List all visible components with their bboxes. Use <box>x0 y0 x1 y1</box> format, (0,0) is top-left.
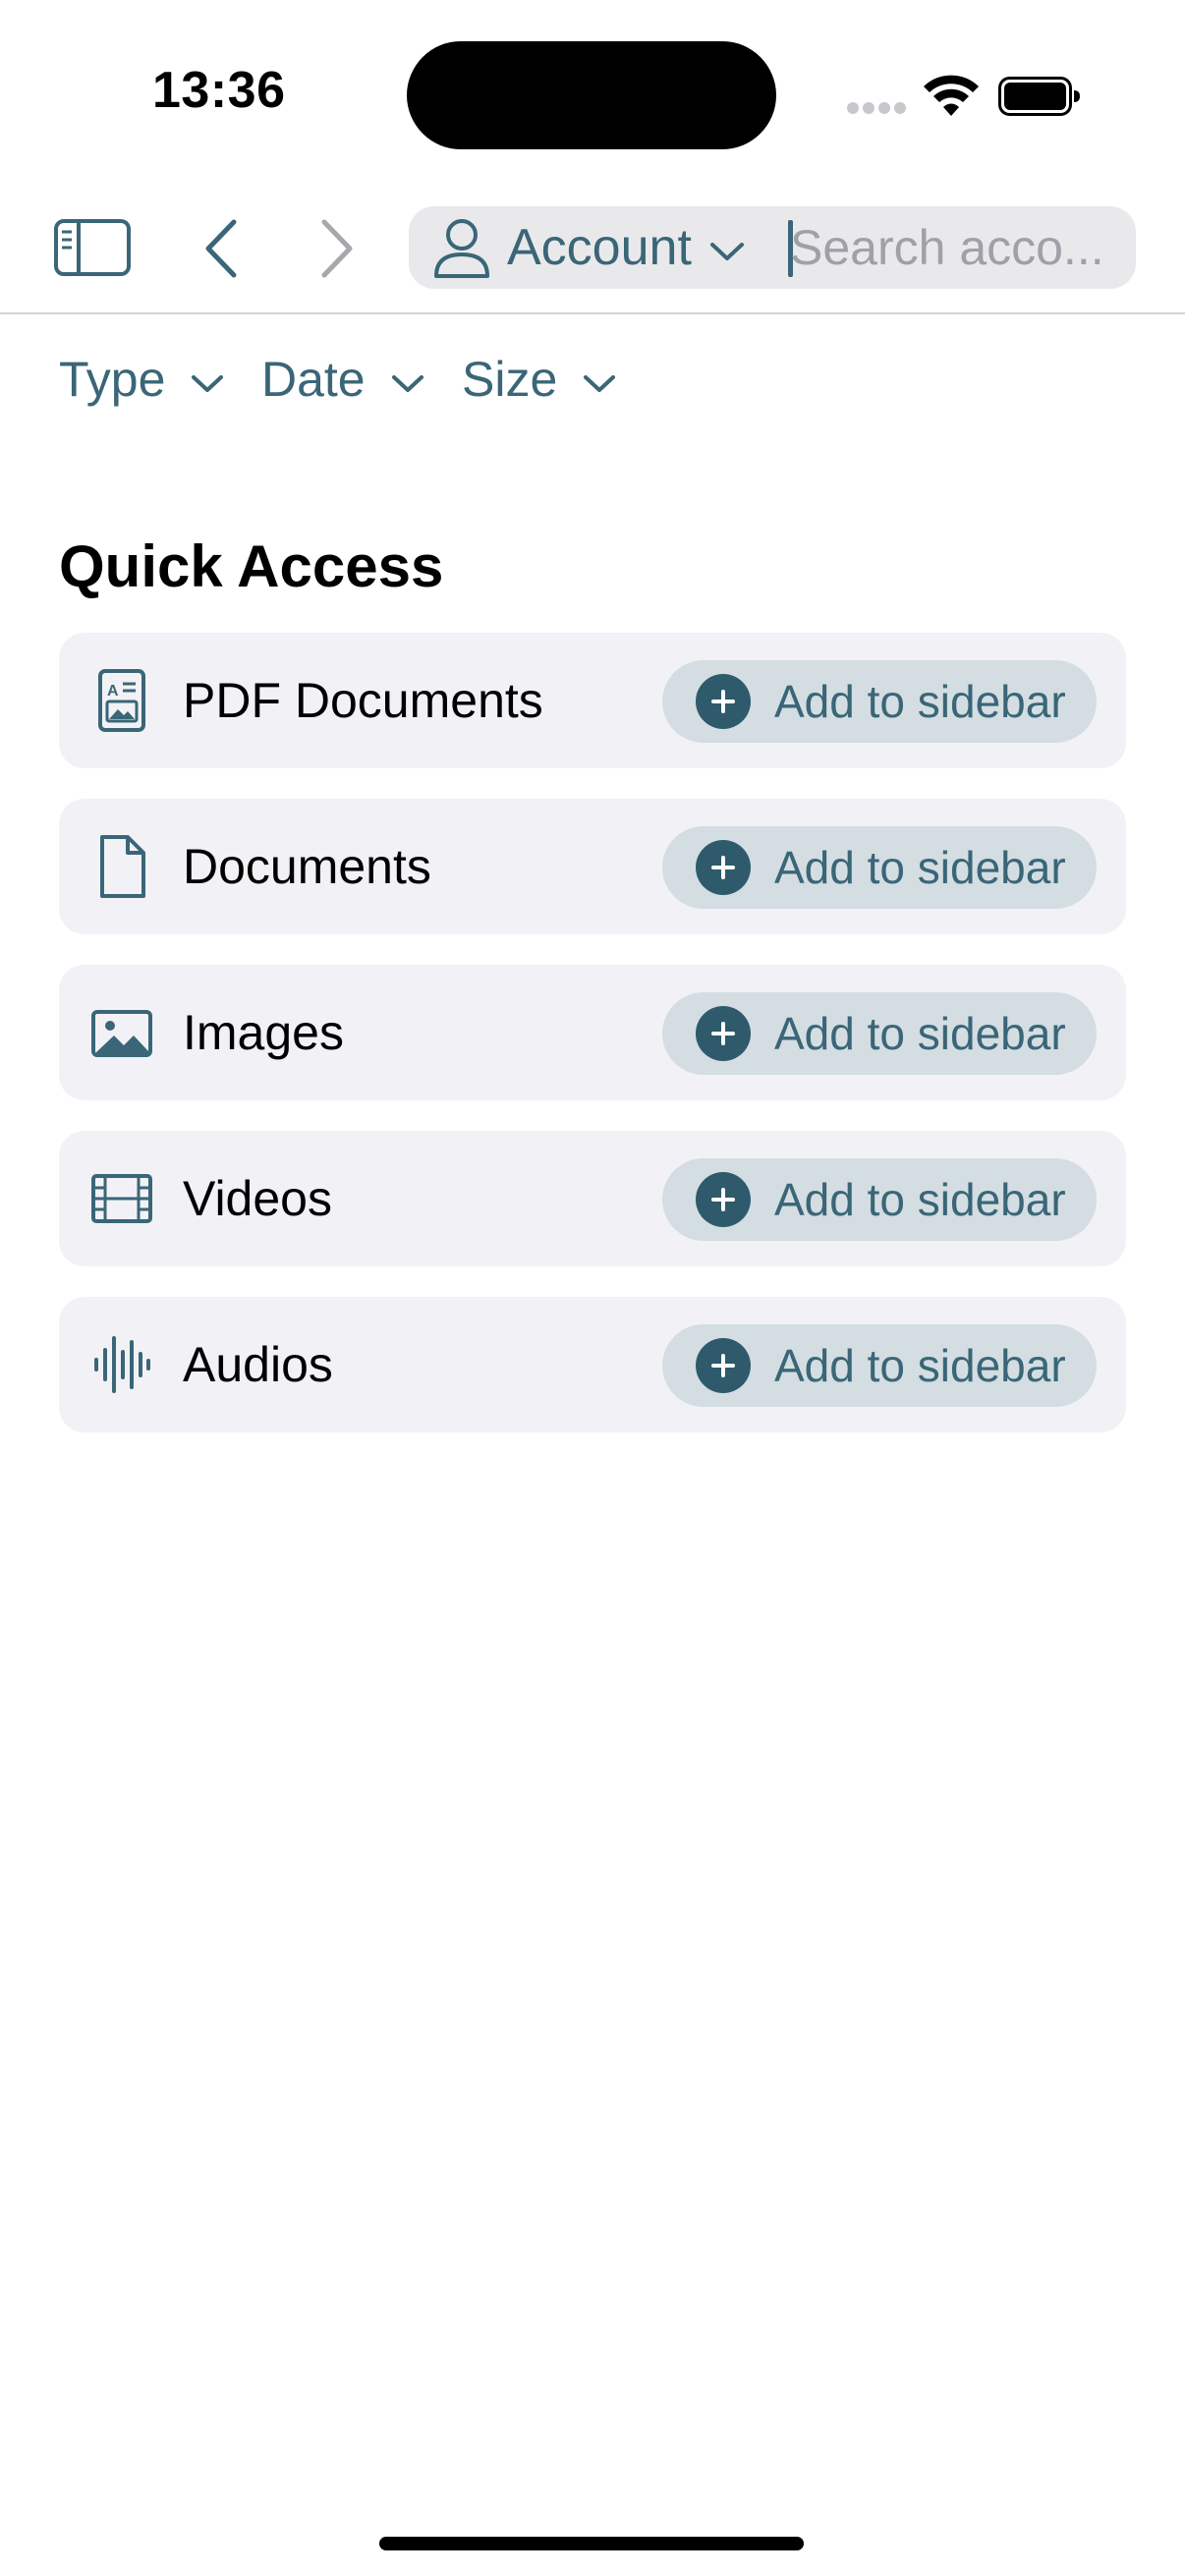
plus-circle-icon <box>696 1338 751 1393</box>
quick-access-row-pdf-documents[interactable]: A PDF Documents Add to sidebar <box>59 633 1126 768</box>
chevron-down-icon <box>192 375 224 392</box>
chevron-right-icon <box>321 219 353 278</box>
chevron-left-icon <box>205 219 237 278</box>
toolbar-divider <box>0 312 1185 314</box>
filter-size-label: Size <box>462 352 558 407</box>
add-to-sidebar-label: Add to sidebar <box>774 1008 1066 1059</box>
sidebar-icon <box>54 219 131 276</box>
add-to-sidebar-button[interactable]: Add to sidebar <box>662 992 1097 1075</box>
wifi-icon <box>924 75 979 116</box>
plus-circle-icon <box>696 1172 751 1227</box>
chevron-down-icon <box>709 243 744 260</box>
filter-type[interactable]: Type <box>59 348 224 411</box>
home-indicator[interactable] <box>379 2537 804 2550</box>
account-scope-label: Account <box>507 219 692 276</box>
document-icon <box>100 835 145 898</box>
chevron-down-icon <box>584 375 616 392</box>
chevron-down-icon <box>391 375 423 392</box>
add-to-sidebar-button[interactable]: Add to sidebar <box>662 826 1097 909</box>
search-input[interactable] <box>790 218 1114 277</box>
row-label: Images <box>183 1005 344 1060</box>
add-to-sidebar-label: Add to sidebar <box>774 1174 1066 1225</box>
sidebar-toggle-button[interactable] <box>53 218 132 277</box>
filter-size[interactable]: Size <box>462 348 616 411</box>
add-to-sidebar-label: Add to sidebar <box>774 842 1066 893</box>
image-icon <box>91 1010 152 1057</box>
filter-date[interactable]: Date <box>261 348 424 411</box>
quick-access-row-documents[interactable]: Documents Add to sidebar <box>59 799 1126 934</box>
cellular-signal-icon <box>847 102 908 116</box>
status-time: 13:36 <box>152 62 286 119</box>
add-to-sidebar-button[interactable]: Add to sidebar <box>662 1158 1097 1241</box>
dynamic-island <box>407 41 776 149</box>
back-button[interactable] <box>197 216 244 281</box>
row-label: Audios <box>183 1337 333 1392</box>
add-to-sidebar-button[interactable]: Add to sidebar <box>662 660 1097 743</box>
plus-circle-icon <box>696 674 751 729</box>
quick-access-row-videos[interactable]: Videos Add to sidebar <box>59 1131 1126 1266</box>
battery-icon <box>998 77 1080 116</box>
add-to-sidebar-button[interactable]: Add to sidebar <box>662 1324 1097 1407</box>
svg-text:A: A <box>107 683 119 700</box>
person-icon <box>434 219 489 278</box>
section-title: Quick Access <box>59 533 444 599</box>
row-label: PDF Documents <box>183 673 543 728</box>
plus-circle-icon <box>696 1006 751 1061</box>
row-label: Documents <box>183 839 431 894</box>
quick-access-row-audios[interactable]: Audios Add to sidebar <box>59 1297 1126 1432</box>
add-to-sidebar-label: Add to sidebar <box>774 1340 1066 1391</box>
search-bar: Account <box>409 206 1136 289</box>
filter-date-label: Date <box>261 352 366 407</box>
account-scope-button[interactable]: Account <box>432 206 745 289</box>
quick-access-row-images[interactable]: Images Add to sidebar <box>59 965 1126 1100</box>
waveform-icon <box>94 1336 150 1393</box>
forward-button[interactable] <box>314 216 362 281</box>
add-to-sidebar-label: Add to sidebar <box>774 676 1066 727</box>
row-label: Videos <box>183 1171 332 1226</box>
film-icon <box>91 1174 152 1223</box>
plus-circle-icon <box>696 840 751 895</box>
filter-type-label: Type <box>59 352 166 407</box>
pdf-document-icon: A <box>98 669 145 732</box>
